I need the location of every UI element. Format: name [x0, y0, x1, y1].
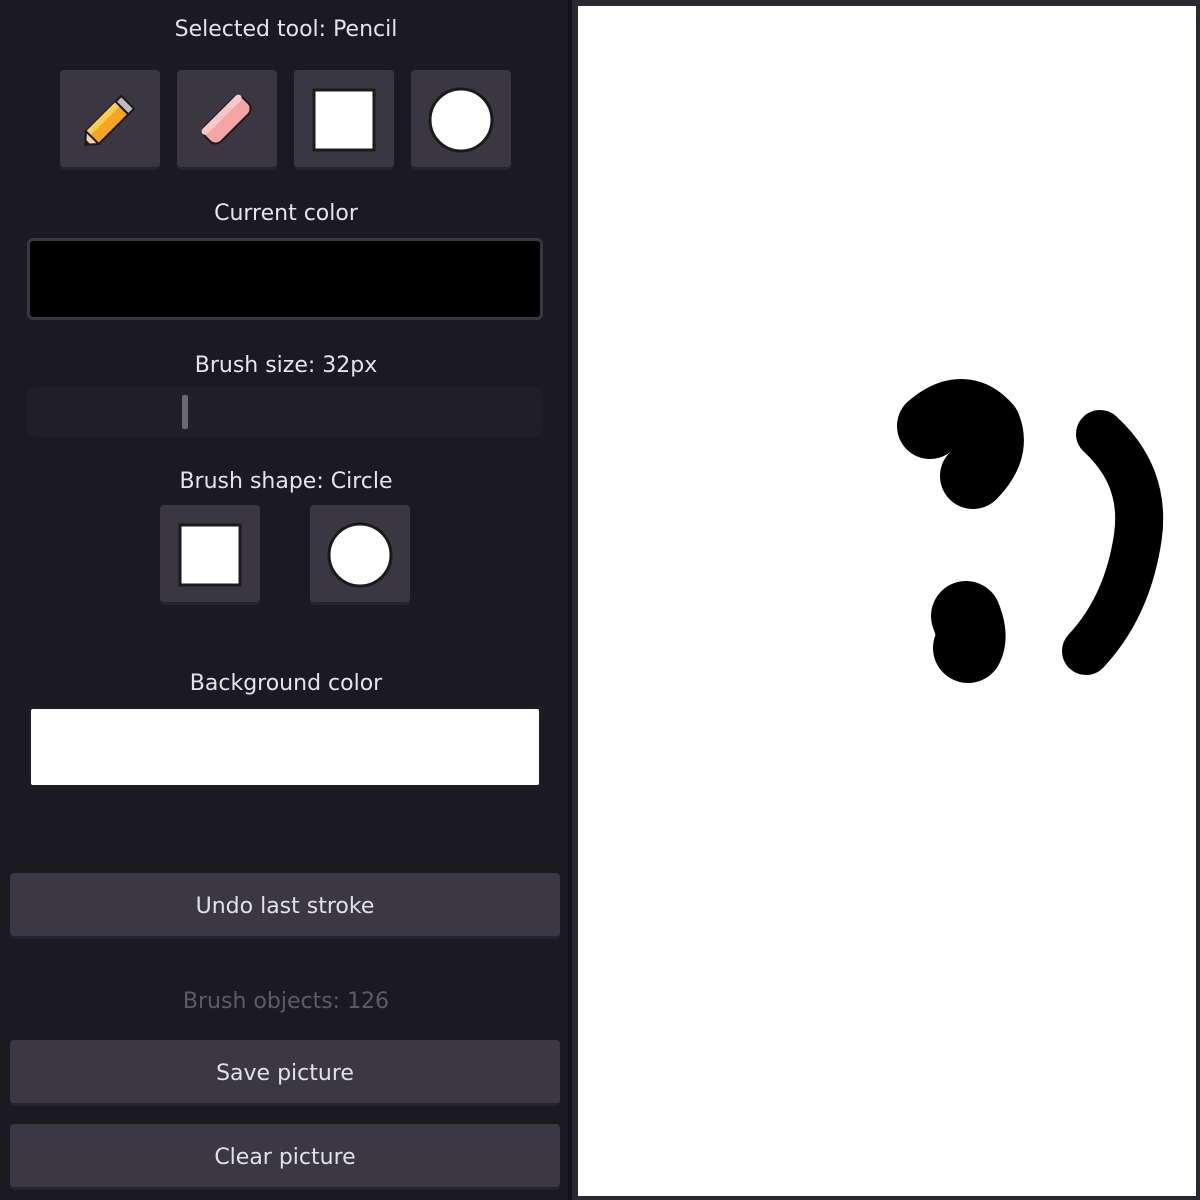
clear-picture-button[interactable]: Clear picture — [10, 1124, 560, 1190]
eraser-icon — [192, 85, 262, 155]
drawing-canvas[interactable] — [578, 6, 1196, 1196]
stroke-upper-dot — [897, 379, 1024, 509]
background-color-picker[interactable] — [27, 705, 543, 789]
brush-shape-circle-button[interactable] — [310, 505, 410, 605]
circle-icon — [326, 521, 394, 589]
pencil-tool-button[interactable] — [60, 70, 160, 170]
drawing-strokes — [897, 379, 1164, 683]
save-picture-button[interactable]: Save picture — [10, 1040, 560, 1106]
stroke-mouth — [1062, 410, 1164, 675]
eraser-tool-button[interactable] — [177, 70, 277, 170]
brush-size-slider[interactable] — [27, 387, 543, 437]
brush-shape-square-button[interactable] — [160, 505, 260, 605]
rectangle-tool-button[interactable] — [294, 70, 394, 170]
brush-shape-label: Brush shape: Circle — [179, 469, 393, 494]
stroke-lower-dot — [931, 581, 1006, 683]
paint-app: Selected tool: Pencil Current color Brus… — [0, 0, 1200, 1200]
selected-tool-label: Selected tool: Pencil — [174, 17, 398, 42]
brush-objects-count: Brush objects: 126 — [182, 989, 390, 1014]
brush-size-label: Brush size: 32px — [194, 353, 378, 378]
undo-button[interactable]: Undo last stroke — [10, 873, 560, 939]
pencil-icon — [75, 85, 145, 155]
circle-icon — [427, 86, 495, 154]
slider-grabber[interactable] — [182, 395, 188, 429]
canvas-area — [572, 0, 1200, 1200]
current-color-picker[interactable] — [27, 238, 543, 320]
circle-tool-button[interactable] — [411, 70, 511, 170]
square-icon — [311, 87, 377, 153]
background-color-label: Background color — [189, 671, 383, 696]
tool-sidebar: Selected tool: Pencil Current color Brus… — [0, 0, 572, 1200]
current-color-label: Current color — [214, 201, 358, 226]
square-icon — [177, 522, 243, 588]
